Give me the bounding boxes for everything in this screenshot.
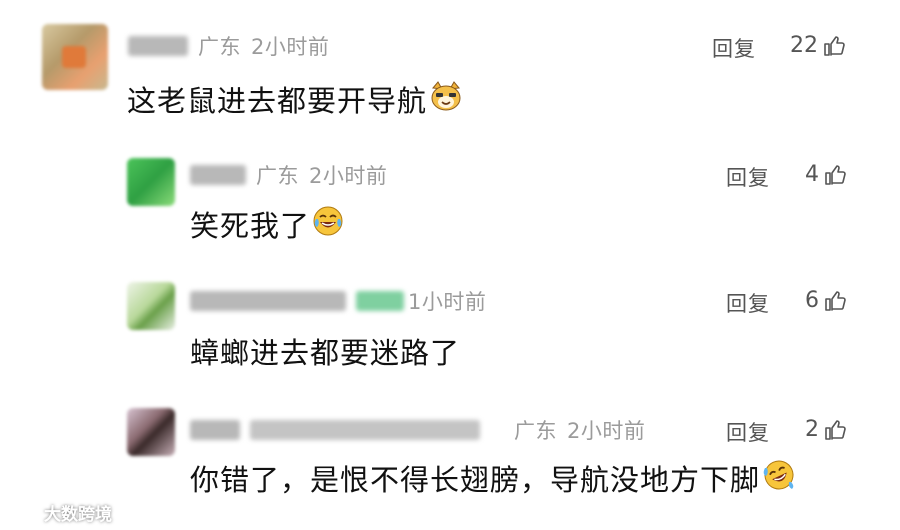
brand-logo-icon — [11, 505, 40, 520]
username-blurred[interactable] — [128, 36, 188, 56]
thumbs-up-icon — [825, 290, 846, 311]
like-button[interactable]: 4 — [805, 162, 847, 187]
comment-time: 1小时前 — [408, 290, 487, 314]
comment-meta: 广东 2小时前 — [190, 415, 645, 445]
like-button[interactable]: 2 — [805, 417, 847, 442]
comment-text: 笑死我了 — [190, 209, 311, 243]
reply-item: 广东 2小时前 回复 4 笑死我了 — [0, 140, 900, 260]
comment-meta: 广东 2小时前 — [190, 160, 387, 190]
watermark: 大数跨境 — [10, 500, 112, 525]
comment-time: 2小时前 — [251, 35, 330, 59]
comment-time: 2小时前 — [567, 419, 646, 443]
like-count: 6 — [805, 288, 819, 313]
avatar[interactable] — [127, 158, 175, 206]
user-badge-blurred — [356, 291, 404, 311]
avatar[interactable] — [127, 408, 175, 456]
reply-button[interactable]: 回复 — [726, 162, 770, 192]
thumbs-up-icon — [824, 35, 845, 56]
comment-location: 广东 — [514, 419, 557, 443]
comment-meta: 1小时前 — [190, 286, 486, 316]
comment-location: 广东 — [256, 164, 299, 188]
username-blurred[interactable] — [190, 291, 346, 311]
watermark-text: 大数跨境 — [44, 505, 112, 525]
username-blurred[interactable] — [190, 165, 246, 185]
reply-button[interactable]: 回复 — [726, 417, 770, 447]
rolling-laughing-emoji-icon — [762, 458, 796, 499]
comment-time: 2小时前 — [309, 164, 388, 188]
reply-button[interactable]: 回复 — [712, 33, 756, 63]
tears-of-joy-emoji-icon — [312, 205, 344, 244]
username-blurred[interactable] — [190, 420, 240, 440]
cat-face-emoji-icon — [429, 80, 463, 119]
like-count: 2 — [805, 417, 819, 442]
comment-text: 蟑螂进去都要迷路了 — [190, 336, 461, 370]
comment-text-row: 你错了，是恨不得长翅膀，导航没地方下脚 — [190, 457, 796, 499]
avatar[interactable] — [127, 282, 175, 330]
comment-location: 广东 — [198, 35, 241, 59]
comment-text-row: 笑死我了 — [190, 203, 344, 245]
like-count: 22 — [790, 33, 818, 58]
user-tag-blurred — [250, 420, 480, 440]
reply-item: 广东 2小时前 回复 2 你错了，是恨不得长翅膀，导航没地方下脚 — [0, 400, 900, 500]
like-button[interactable]: 6 — [805, 288, 847, 313]
comment-item: 广东 2小时前 回复 22 这老鼠进去都要开导航 — [0, 0, 900, 130]
comment-meta: 广东 2小时前 — [128, 31, 329, 61]
like-button[interactable]: 22 — [790, 33, 846, 58]
avatar[interactable] — [42, 24, 108, 90]
reply-item: 1小时前 回复 6 蟑螂进去都要迷路了 — [0, 270, 900, 390]
like-count: 4 — [805, 162, 819, 187]
thumbs-up-icon — [825, 419, 846, 440]
comment-text-row: 这老鼠进去都要开导航 — [127, 78, 463, 120]
comment-text-row: 蟑螂进去都要迷路了 — [190, 330, 460, 372]
reply-button[interactable]: 回复 — [726, 288, 770, 318]
comment-text: 这老鼠进去都要开导航 — [127, 84, 428, 118]
thumbs-up-icon — [825, 164, 846, 185]
comment-text: 你错了，是恨不得长翅膀，导航没地方下脚 — [190, 463, 761, 497]
